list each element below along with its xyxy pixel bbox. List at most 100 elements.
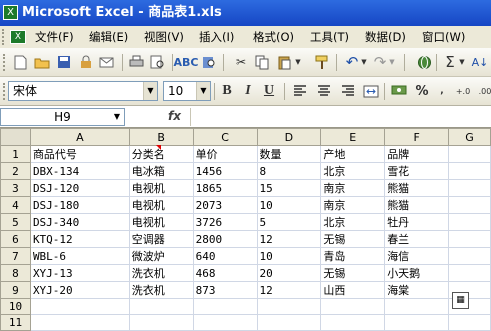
cut-icon[interactable]: ✂	[233, 54, 249, 70]
merge-center-icon[interactable]	[363, 83, 379, 99]
menu-data[interactable]: 数据(D)	[365, 26, 406, 48]
research-icon[interactable]	[200, 54, 216, 70]
name-box[interactable]: H9 ▼	[0, 108, 125, 126]
column-header-g[interactable]: G	[448, 128, 491, 146]
cell-g8[interactable]	[448, 264, 491, 282]
cell-f1[interactable]: 品牌	[384, 145, 450, 163]
paste-icon[interactable]	[276, 54, 292, 70]
cell-b8[interactable]: 洗衣机	[128, 264, 194, 282]
row-header[interactable]: 11	[0, 314, 31, 331]
format-painter-icon[interactable]	[314, 54, 330, 70]
print-preview-icon[interactable]	[149, 54, 165, 70]
cell-f10[interactable]	[384, 298, 450, 315]
cell-e2[interactable]: 北京	[320, 162, 386, 180]
spelling-icon[interactable]: ABC	[174, 54, 199, 70]
cell-e5[interactable]: 北京	[320, 213, 386, 231]
cell-e6[interactable]: 无锡	[320, 230, 386, 248]
redo-icon[interactable]: ↷	[372, 53, 388, 71]
cell-f5[interactable]: 牡丹	[384, 213, 450, 231]
cell-f6[interactable]: 春兰	[384, 230, 450, 248]
cell-c3[interactable]: 1865	[192, 179, 258, 197]
currency-icon[interactable]	[391, 83, 407, 99]
cell-f8[interactable]: 小天鹅	[384, 264, 450, 282]
menu-edit[interactable]: 编辑(E)	[89, 26, 128, 48]
cell-d11[interactable]	[256, 314, 322, 331]
insert-function-button[interactable]: fx	[168, 109, 190, 123]
column-header-c[interactable]: C	[192, 128, 258, 146]
row-header[interactable]: 4	[0, 196, 31, 214]
bold-button[interactable]: B	[219, 83, 235, 99]
cell-d10[interactable]	[256, 298, 322, 315]
cell-g1[interactable]	[448, 145, 491, 163]
cell-b5[interactable]: 电视机	[128, 213, 194, 231]
cell-d2[interactable]: 8	[256, 162, 322, 180]
row-header[interactable]: 7	[0, 247, 31, 265]
chevron-down-icon[interactable]: ▼	[196, 82, 210, 100]
cell-f2[interactable]: 雪花	[384, 162, 450, 180]
cell-e4[interactable]: 南京	[320, 196, 386, 214]
hyperlink-icon[interactable]	[416, 54, 432, 70]
comma-style-icon[interactable]: ,	[434, 83, 450, 99]
cell-a5[interactable]: DSJ-340	[29, 213, 130, 231]
cell-f4[interactable]: 熊猫	[384, 196, 450, 214]
undo-dropdown-icon[interactable]: ▼	[360, 54, 368, 70]
redo-dropdown-icon[interactable]: ▼	[388, 54, 396, 70]
formula-input[interactable]	[190, 108, 491, 126]
sort-ascending-icon[interactable]: A↓	[472, 54, 489, 70]
row-header[interactable]: 9	[0, 281, 31, 299]
cell-a11[interactable]	[29, 314, 130, 331]
cell-d5[interactable]: 5	[256, 213, 322, 231]
cell-e11[interactable]	[320, 314, 386, 331]
column-header-b[interactable]: B	[128, 128, 194, 146]
column-header-a[interactable]: A	[29, 128, 130, 146]
italic-button[interactable]: I	[240, 83, 256, 99]
cell-g2[interactable]	[448, 162, 491, 180]
cell-e1[interactable]: 产地	[320, 145, 386, 163]
underline-button[interactable]: U	[261, 83, 277, 99]
menu-tools[interactable]: 工具(T)	[310, 26, 349, 48]
workbook-icon[interactable]: X	[10, 30, 26, 44]
cell-a6[interactable]: KTQ-12	[29, 230, 130, 248]
cell-b9[interactable]: 洗衣机	[128, 281, 194, 299]
cell-a8[interactable]: XYJ-13	[29, 264, 130, 282]
cell-g4[interactable]	[448, 196, 491, 214]
cell-a2[interactable]: DBX-134	[29, 162, 130, 180]
cell-f9[interactable]: 海棠	[384, 281, 450, 299]
cell-g6[interactable]	[448, 230, 491, 248]
row-header[interactable]: 6	[0, 230, 31, 248]
cell-b10[interactable]	[128, 298, 194, 315]
cell-b6[interactable]: 空调器	[128, 230, 194, 248]
save-icon[interactable]	[56, 54, 72, 70]
cell-e7[interactable]: 青岛	[320, 247, 386, 265]
cell-a10[interactable]	[29, 298, 130, 315]
email-icon[interactable]	[98, 54, 114, 70]
cell-d3[interactable]: 15	[256, 179, 322, 197]
row-header[interactable]: 10	[0, 298, 31, 315]
autosum-dropdown-icon[interactable]: ▼	[458, 54, 466, 70]
print-icon[interactable]	[128, 54, 144, 70]
cell-c4[interactable]: 2073	[192, 196, 258, 214]
cell-b2[interactable]: 电冰箱	[128, 162, 194, 180]
menu-format[interactable]: 格式(O)	[253, 26, 294, 48]
row-header[interactable]: 8	[0, 264, 31, 282]
menu-file[interactable]: 文件(F)	[35, 26, 74, 48]
cell-c9[interactable]: 873	[192, 281, 258, 299]
column-header-f[interactable]: F	[384, 128, 450, 146]
cell-a9[interactable]: XYJ-20	[29, 281, 130, 299]
open-icon[interactable]	[34, 54, 50, 70]
cell-g7[interactable]	[448, 247, 491, 265]
cell-g11[interactable]	[448, 314, 491, 331]
font-name-select[interactable]: 宋体 ▼	[8, 81, 158, 101]
comment-indicator[interactable]	[156, 145, 161, 150]
menu-window[interactable]: 窗口(W)	[422, 26, 465, 48]
cell-c11[interactable]	[192, 314, 258, 331]
cell-d8[interactable]: 20	[256, 264, 322, 282]
cell-g3[interactable]	[448, 179, 491, 197]
cell-b11[interactable]	[128, 314, 194, 331]
cell-d7[interactable]: 10	[256, 247, 322, 265]
autosum-icon[interactable]: Σ	[442, 53, 458, 71]
cell-c6[interactable]: 2800	[192, 230, 258, 248]
cell-e10[interactable]	[320, 298, 386, 315]
percent-button[interactable]: %	[414, 83, 430, 99]
cell-a3[interactable]: DSJ-120	[29, 179, 130, 197]
